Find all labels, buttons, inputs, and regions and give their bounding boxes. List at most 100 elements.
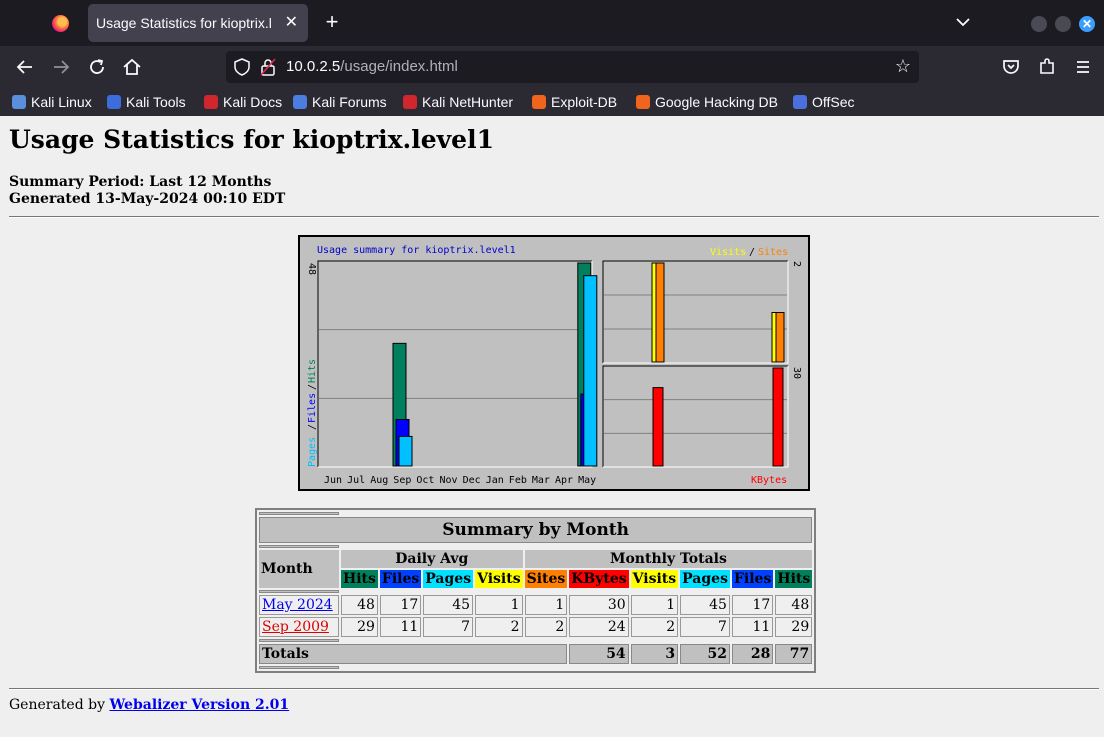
table-cell: 29 bbox=[775, 617, 813, 637]
table-spacer-2 bbox=[259, 545, 812, 548]
table-cell: 2 bbox=[630, 617, 679, 637]
axis-label-part: / bbox=[307, 384, 318, 390]
reload-button[interactable] bbox=[85, 55, 109, 79]
kali-dragon-icon bbox=[12, 95, 26, 109]
exploit-db-icon bbox=[532, 95, 546, 109]
monthly-col-kbytes: KBytes bbox=[569, 570, 629, 588]
shield-icon[interactable] bbox=[234, 58, 250, 76]
x-tick-label: Dec bbox=[463, 475, 481, 486]
table-cell: 48 bbox=[341, 595, 378, 615]
home-button[interactable] bbox=[120, 55, 144, 79]
window-close-button[interactable]: ✕ bbox=[1079, 16, 1095, 32]
x-tick-label: Oct bbox=[416, 475, 434, 486]
bookmark-label: Kali NetHunter bbox=[422, 94, 514, 110]
table-cell: 1 bbox=[630, 595, 679, 615]
minimize-button[interactable] bbox=[1031, 16, 1047, 32]
table-cell: 17 bbox=[379, 595, 422, 615]
totals-cell: 77 bbox=[775, 644, 813, 664]
kbytes-max-label: 30 bbox=[791, 367, 802, 379]
bookmark-exploit-db[interactable]: Exploit-DB bbox=[532, 88, 617, 116]
kali-tools-icon bbox=[107, 95, 121, 109]
month-link[interactable]: Sep 2009 bbox=[262, 619, 329, 635]
firefox-icon[interactable] bbox=[52, 15, 69, 32]
table-cell: 2 bbox=[524, 617, 568, 637]
table-spacer-4 bbox=[259, 639, 812, 642]
table-cell: 1 bbox=[475, 595, 523, 615]
totals-label: Totals bbox=[259, 644, 568, 664]
x-tick-label: Aug bbox=[370, 475, 388, 486]
kbytes-bar bbox=[772, 367, 784, 467]
webalizer-link[interactable]: Webalizer Version 2.01 bbox=[109, 697, 289, 713]
tab-active[interactable]: Usage Statistics for kioptrix.l ✕ bbox=[88, 4, 308, 42]
url-bar[interactable]: 10.0.2.5/usage/index.html ☆ bbox=[226, 51, 919, 83]
x-tick-label: Jun bbox=[324, 475, 342, 486]
hits-panel bbox=[318, 261, 592, 467]
page-content: Usage Statistics for kioptrix.level1 Sum… bbox=[0, 116, 1104, 737]
x-tick-label: Jul bbox=[347, 475, 365, 486]
bookmark-label: Kali Tools bbox=[126, 94, 186, 110]
legend-slash: / bbox=[749, 247, 755, 258]
bookmark-kali-forums[interactable]: Kali Forums bbox=[293, 88, 387, 116]
totals-cell: 28 bbox=[731, 644, 774, 664]
menu-button[interactable] bbox=[1071, 55, 1095, 79]
new-tab-button[interactable]: + bbox=[320, 10, 344, 34]
totals-cell: 52 bbox=[680, 644, 730, 664]
lock-icon[interactable] bbox=[260, 58, 276, 76]
url-host: 10.0.2.5 bbox=[286, 58, 341, 75]
table-cell: 11 bbox=[379, 617, 422, 637]
visits-panel bbox=[603, 261, 788, 363]
usage-chart-svg: Usage summary for kioptrix.level1 Visits /… bbox=[306, 245, 802, 486]
monthly-col-pages: Pages bbox=[680, 570, 730, 588]
x-tick-label: Nov bbox=[440, 475, 458, 486]
extensions-button[interactable] bbox=[1035, 55, 1059, 79]
monthly-col-visits: Visits bbox=[630, 570, 679, 588]
tab-close-icon[interactable]: ✕ bbox=[285, 4, 298, 42]
back-button[interactable] bbox=[13, 55, 37, 79]
nav-bar: 10.0.2.5/usage/index.html ☆ bbox=[0, 46, 1104, 88]
period-text: Summary Period: Last 12 Months bbox=[9, 174, 272, 190]
bookmark-google-hacking-db[interactable]: Google Hacking DB bbox=[636, 88, 778, 116]
chevron-down-icon[interactable] bbox=[956, 12, 974, 32]
bookmark-label: Kali Docs bbox=[223, 94, 283, 110]
hamburger-icon bbox=[1077, 61, 1089, 73]
month-header: Month bbox=[259, 550, 339, 588]
offsec-icon bbox=[793, 95, 807, 109]
tab-bar: Usage Statistics for kioptrix.l ✕ + ✕ bbox=[0, 0, 1104, 46]
daily-col-files: Files bbox=[379, 570, 422, 588]
kali-docs-icon bbox=[204, 95, 218, 109]
bookmark-star-icon[interactable]: ☆ bbox=[895, 56, 911, 77]
table-cell: 45 bbox=[423, 595, 474, 615]
table-cell: 1 bbox=[524, 595, 568, 615]
bookmark-offsec[interactable]: OffSec bbox=[793, 88, 855, 116]
totals-cell: 54 bbox=[569, 644, 629, 664]
pocket-button[interactable] bbox=[999, 55, 1023, 79]
totals-row: Totals 54 3 52 28 77 bbox=[259, 644, 813, 664]
monthly-col-hits: Hits bbox=[775, 570, 813, 588]
table-cell: 11 bbox=[731, 617, 774, 637]
table-spacer bbox=[259, 512, 813, 515]
footer: Generated by Webalizer Version 2.01 bbox=[9, 697, 289, 713]
monthly-col-files: Files bbox=[731, 570, 774, 588]
month-cell: Sep 2009 bbox=[259, 617, 339, 637]
daily-col-pages: Pages bbox=[423, 570, 474, 588]
bookmark-kali-docs[interactable]: Kali Docs bbox=[204, 88, 282, 116]
legend-visits: Visits bbox=[710, 247, 746, 258]
pocket-icon bbox=[1003, 60, 1019, 74]
bookmark-kali-linux[interactable]: Kali Linux bbox=[12, 88, 92, 116]
kbytes-bar bbox=[652, 387, 664, 467]
table-cell: 45 bbox=[680, 595, 730, 615]
bookmark-label: Exploit-DB bbox=[551, 94, 618, 110]
bookmark-label: Kali Linux bbox=[31, 94, 92, 110]
bookmark-kali-tools[interactable]: Kali Tools bbox=[107, 88, 186, 116]
forward-button[interactable] bbox=[49, 55, 73, 79]
url-text[interactable]: 10.0.2.5/usage/index.html bbox=[286, 51, 458, 83]
table-cell: 17 bbox=[731, 595, 774, 615]
month-cell: May 2024 bbox=[259, 595, 339, 615]
month-link[interactable]: May 2024 bbox=[262, 597, 333, 613]
pages-bar bbox=[583, 275, 598, 467]
page-title: Usage Statistics for kioptrix.level1 bbox=[9, 125, 494, 154]
bookmark-kali-nethunter[interactable]: Kali NetHunter bbox=[403, 88, 513, 116]
hits-max-label: 48 bbox=[306, 263, 317, 275]
maximize-button[interactable] bbox=[1055, 16, 1071, 32]
axis-label-part: Hits bbox=[307, 359, 318, 383]
